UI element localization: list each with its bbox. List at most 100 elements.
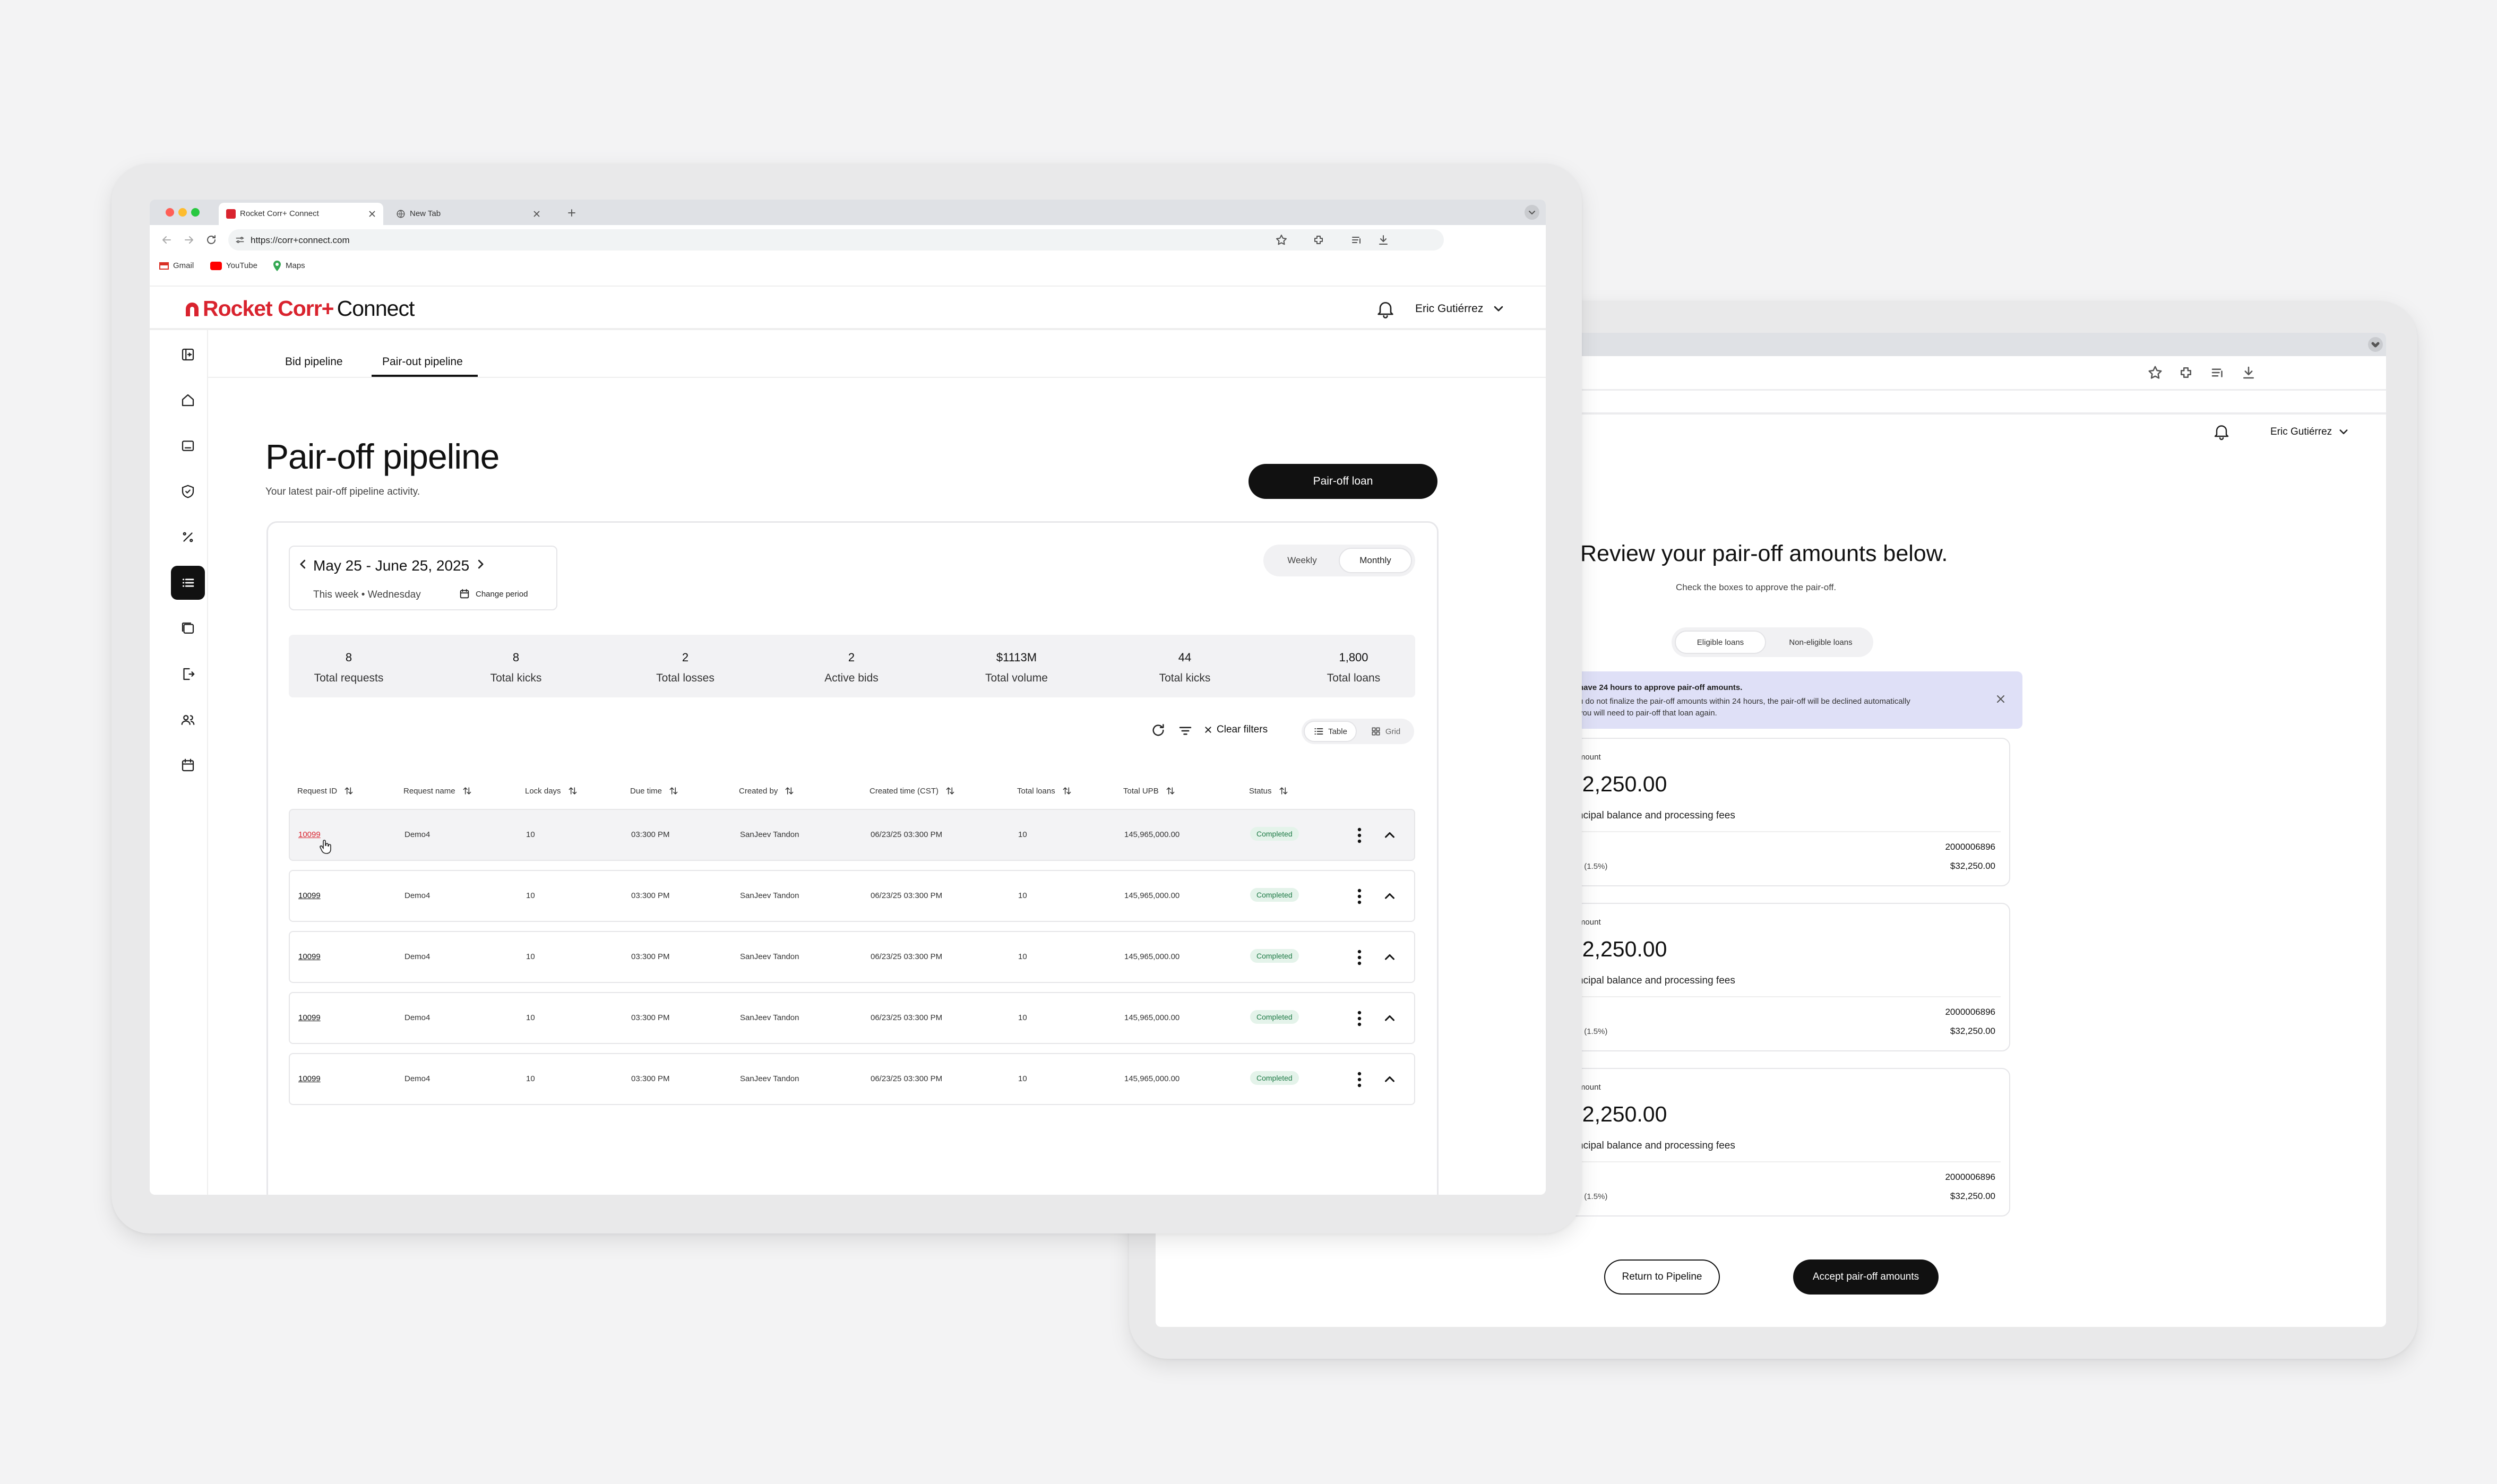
toggle-weekly[interactable]: Weekly bbox=[1267, 548, 1338, 573]
extensions-icon[interactable] bbox=[1312, 234, 1325, 246]
browser-tab-active[interactable]: Rocket Corr+ Connect bbox=[219, 203, 383, 225]
users-icon[interactable] bbox=[171, 703, 205, 737]
sort-icon[interactable] bbox=[1278, 786, 1289, 796]
shield-check-icon[interactable] bbox=[171, 474, 205, 508]
extensions-icon[interactable] bbox=[2178, 365, 2194, 381]
notification-bell-icon[interactable] bbox=[1375, 298, 1396, 320]
reading-list-icon[interactable] bbox=[1350, 234, 1363, 246]
sort-icon[interactable] bbox=[1062, 786, 1072, 796]
user-name[interactable]: Eric Gutiérrez bbox=[1415, 303, 1483, 315]
pair-off-loan-button[interactable]: Pair-off loan bbox=[1248, 464, 1437, 499]
request-id-link[interactable]: 10099 bbox=[298, 830, 321, 839]
table-row[interactable]: 10099 Demo4 10 03:300 PM SanJeev Tandon 06/23… bbox=[289, 992, 1415, 1044]
sort-icon[interactable] bbox=[462, 786, 472, 796]
sort-icon[interactable] bbox=[1165, 786, 1176, 796]
more-options-icon[interactable] bbox=[1357, 949, 1362, 966]
sort-icon[interactable] bbox=[945, 786, 955, 796]
chevron-down-icon[interactable] bbox=[1493, 303, 1504, 314]
reading-list-icon[interactable] bbox=[2210, 365, 2226, 381]
pipeline-list-icon[interactable] bbox=[171, 566, 205, 600]
url-text[interactable]: https://corr+connect.com bbox=[251, 235, 350, 246]
browser-tab-inactive[interactable]: New Tab bbox=[389, 203, 553, 225]
table-row[interactable]: 10099 Demo4 10 03:300 PM SanJeev Tandon 06/23… bbox=[289, 1053, 1415, 1105]
site-settings-icon[interactable] bbox=[235, 235, 245, 245]
collapse-sidebar-icon[interactable] bbox=[171, 338, 205, 372]
download-icon[interactable] bbox=[2241, 365, 2257, 381]
filter-icon[interactable] bbox=[1177, 723, 1193, 739]
chevron-down-icon[interactable] bbox=[2338, 426, 2349, 437]
table-row[interactable]: 10099 Demo4 10 03:300 PM SanJeev Tandon 06/23… bbox=[289, 870, 1415, 922]
back-arrow-icon[interactable] bbox=[160, 234, 173, 246]
sort-icon[interactable] bbox=[343, 786, 354, 796]
column-header[interactable]: Request name bbox=[403, 786, 472, 796]
star-icon[interactable] bbox=[2147, 365, 2163, 381]
star-icon[interactable] bbox=[1275, 234, 1288, 246]
close-icon[interactable] bbox=[1994, 693, 2007, 705]
request-id-link[interactable]: 10099 bbox=[298, 891, 321, 900]
tab-pair-out-pipeline[interactable]: Pair-out pipeline bbox=[382, 356, 463, 368]
calendar-icon[interactable] bbox=[459, 588, 470, 600]
more-options-icon[interactable] bbox=[1357, 827, 1362, 844]
sort-icon[interactable] bbox=[668, 786, 679, 796]
column-header[interactable]: Request ID bbox=[297, 786, 354, 796]
window-close-dot[interactable] bbox=[166, 208, 174, 217]
column-header[interactable]: Created by bbox=[739, 786, 795, 796]
request-id-link[interactable]: 10099 bbox=[298, 1013, 321, 1022]
toggle-monthly[interactable]: Monthly bbox=[1339, 548, 1412, 573]
address-bar[interactable]: https://corr+connect.com bbox=[228, 229, 1444, 251]
brand-logo[interactable]: Rocket Corr+ Connect bbox=[183, 296, 415, 321]
refresh-icon[interactable] bbox=[1150, 722, 1167, 739]
request-id-link[interactable]: 10099 bbox=[298, 1074, 321, 1083]
column-header[interactable]: Total loans bbox=[1017, 786, 1072, 796]
forward-arrow-icon[interactable] bbox=[183, 234, 195, 246]
notification-bell-icon[interactable] bbox=[2212, 422, 2231, 441]
download-icon[interactable] bbox=[1377, 234, 1390, 246]
more-options-icon[interactable] bbox=[1357, 888, 1362, 905]
tab-bid-pipeline[interactable]: Bid pipeline bbox=[285, 356, 343, 368]
home-icon[interactable] bbox=[171, 383, 205, 417]
view-grid-button[interactable]: Grid bbox=[1360, 721, 1411, 742]
column-header[interactable]: Total UPB bbox=[1123, 786, 1176, 796]
chevron-left-icon[interactable] bbox=[297, 558, 309, 570]
reload-icon[interactable] bbox=[205, 234, 218, 246]
table-row[interactable]: 10099 Demo4 10 03:300 PM SanJeev Tandon 06/23… bbox=[289, 809, 1415, 861]
bookmark-youtube[interactable]: YouTube bbox=[226, 261, 257, 270]
column-header[interactable]: Lock days bbox=[525, 786, 578, 796]
window-maximize-dot[interactable] bbox=[191, 208, 200, 217]
column-header[interactable]: Created time (CST) bbox=[869, 786, 955, 796]
chevron-up-icon[interactable] bbox=[1383, 1012, 1396, 1025]
close-icon[interactable] bbox=[532, 209, 541, 219]
column-header[interactable]: Due time bbox=[630, 786, 679, 796]
accept-pair-off-button[interactable]: Accept pair-off amounts bbox=[1793, 1259, 1939, 1295]
return-to-pipeline-button[interactable]: Return to Pipeline bbox=[1604, 1259, 1720, 1295]
tab-non-eligible-loans[interactable]: Non-eligible loans bbox=[1771, 631, 1870, 654]
column-header[interactable]: Status bbox=[1249, 786, 1289, 796]
chevron-right-icon[interactable] bbox=[475, 558, 486, 570]
clear-filters-button[interactable]: Clear filters bbox=[1204, 724, 1268, 736]
chevron-up-icon[interactable] bbox=[1383, 829, 1396, 842]
close-icon[interactable] bbox=[367, 209, 377, 219]
table-row[interactable]: 10099 Demo4 10 03:300 PM SanJeev Tandon 06/23… bbox=[289, 931, 1415, 983]
sort-icon[interactable] bbox=[784, 786, 795, 796]
chevron-up-icon[interactable] bbox=[1383, 1073, 1396, 1086]
tab-search-chevron-icon[interactable] bbox=[1525, 205, 1539, 220]
chevron-up-icon[interactable] bbox=[1383, 890, 1396, 903]
new-tab-plus-icon[interactable] bbox=[567, 208, 576, 218]
documents-icon[interactable] bbox=[171, 611, 205, 645]
view-table-button[interactable]: Table bbox=[1304, 721, 1357, 742]
exit-door-icon[interactable] bbox=[171, 657, 205, 691]
sort-icon[interactable] bbox=[567, 786, 578, 796]
chevron-up-icon[interactable] bbox=[1383, 951, 1396, 964]
inbox-icon[interactable] bbox=[171, 429, 205, 463]
percent-icon[interactable] bbox=[171, 520, 205, 554]
calendar-icon[interactable] bbox=[171, 748, 205, 782]
more-options-icon[interactable] bbox=[1357, 1071, 1362, 1088]
chevron-down-icon[interactable] bbox=[2368, 337, 2383, 352]
user-name[interactable]: Eric Gutiérrez bbox=[2270, 426, 2332, 438]
tab-eligible-loans[interactable]: Eligible loans bbox=[1675, 631, 1766, 654]
more-options-icon[interactable] bbox=[1357, 1010, 1362, 1027]
request-id-link[interactable]: 10099 bbox=[298, 952, 321, 961]
change-period-button[interactable]: Change period bbox=[476, 590, 528, 599]
bookmark-maps[interactable]: Maps bbox=[286, 261, 305, 270]
window-minimize-dot[interactable] bbox=[178, 208, 187, 217]
